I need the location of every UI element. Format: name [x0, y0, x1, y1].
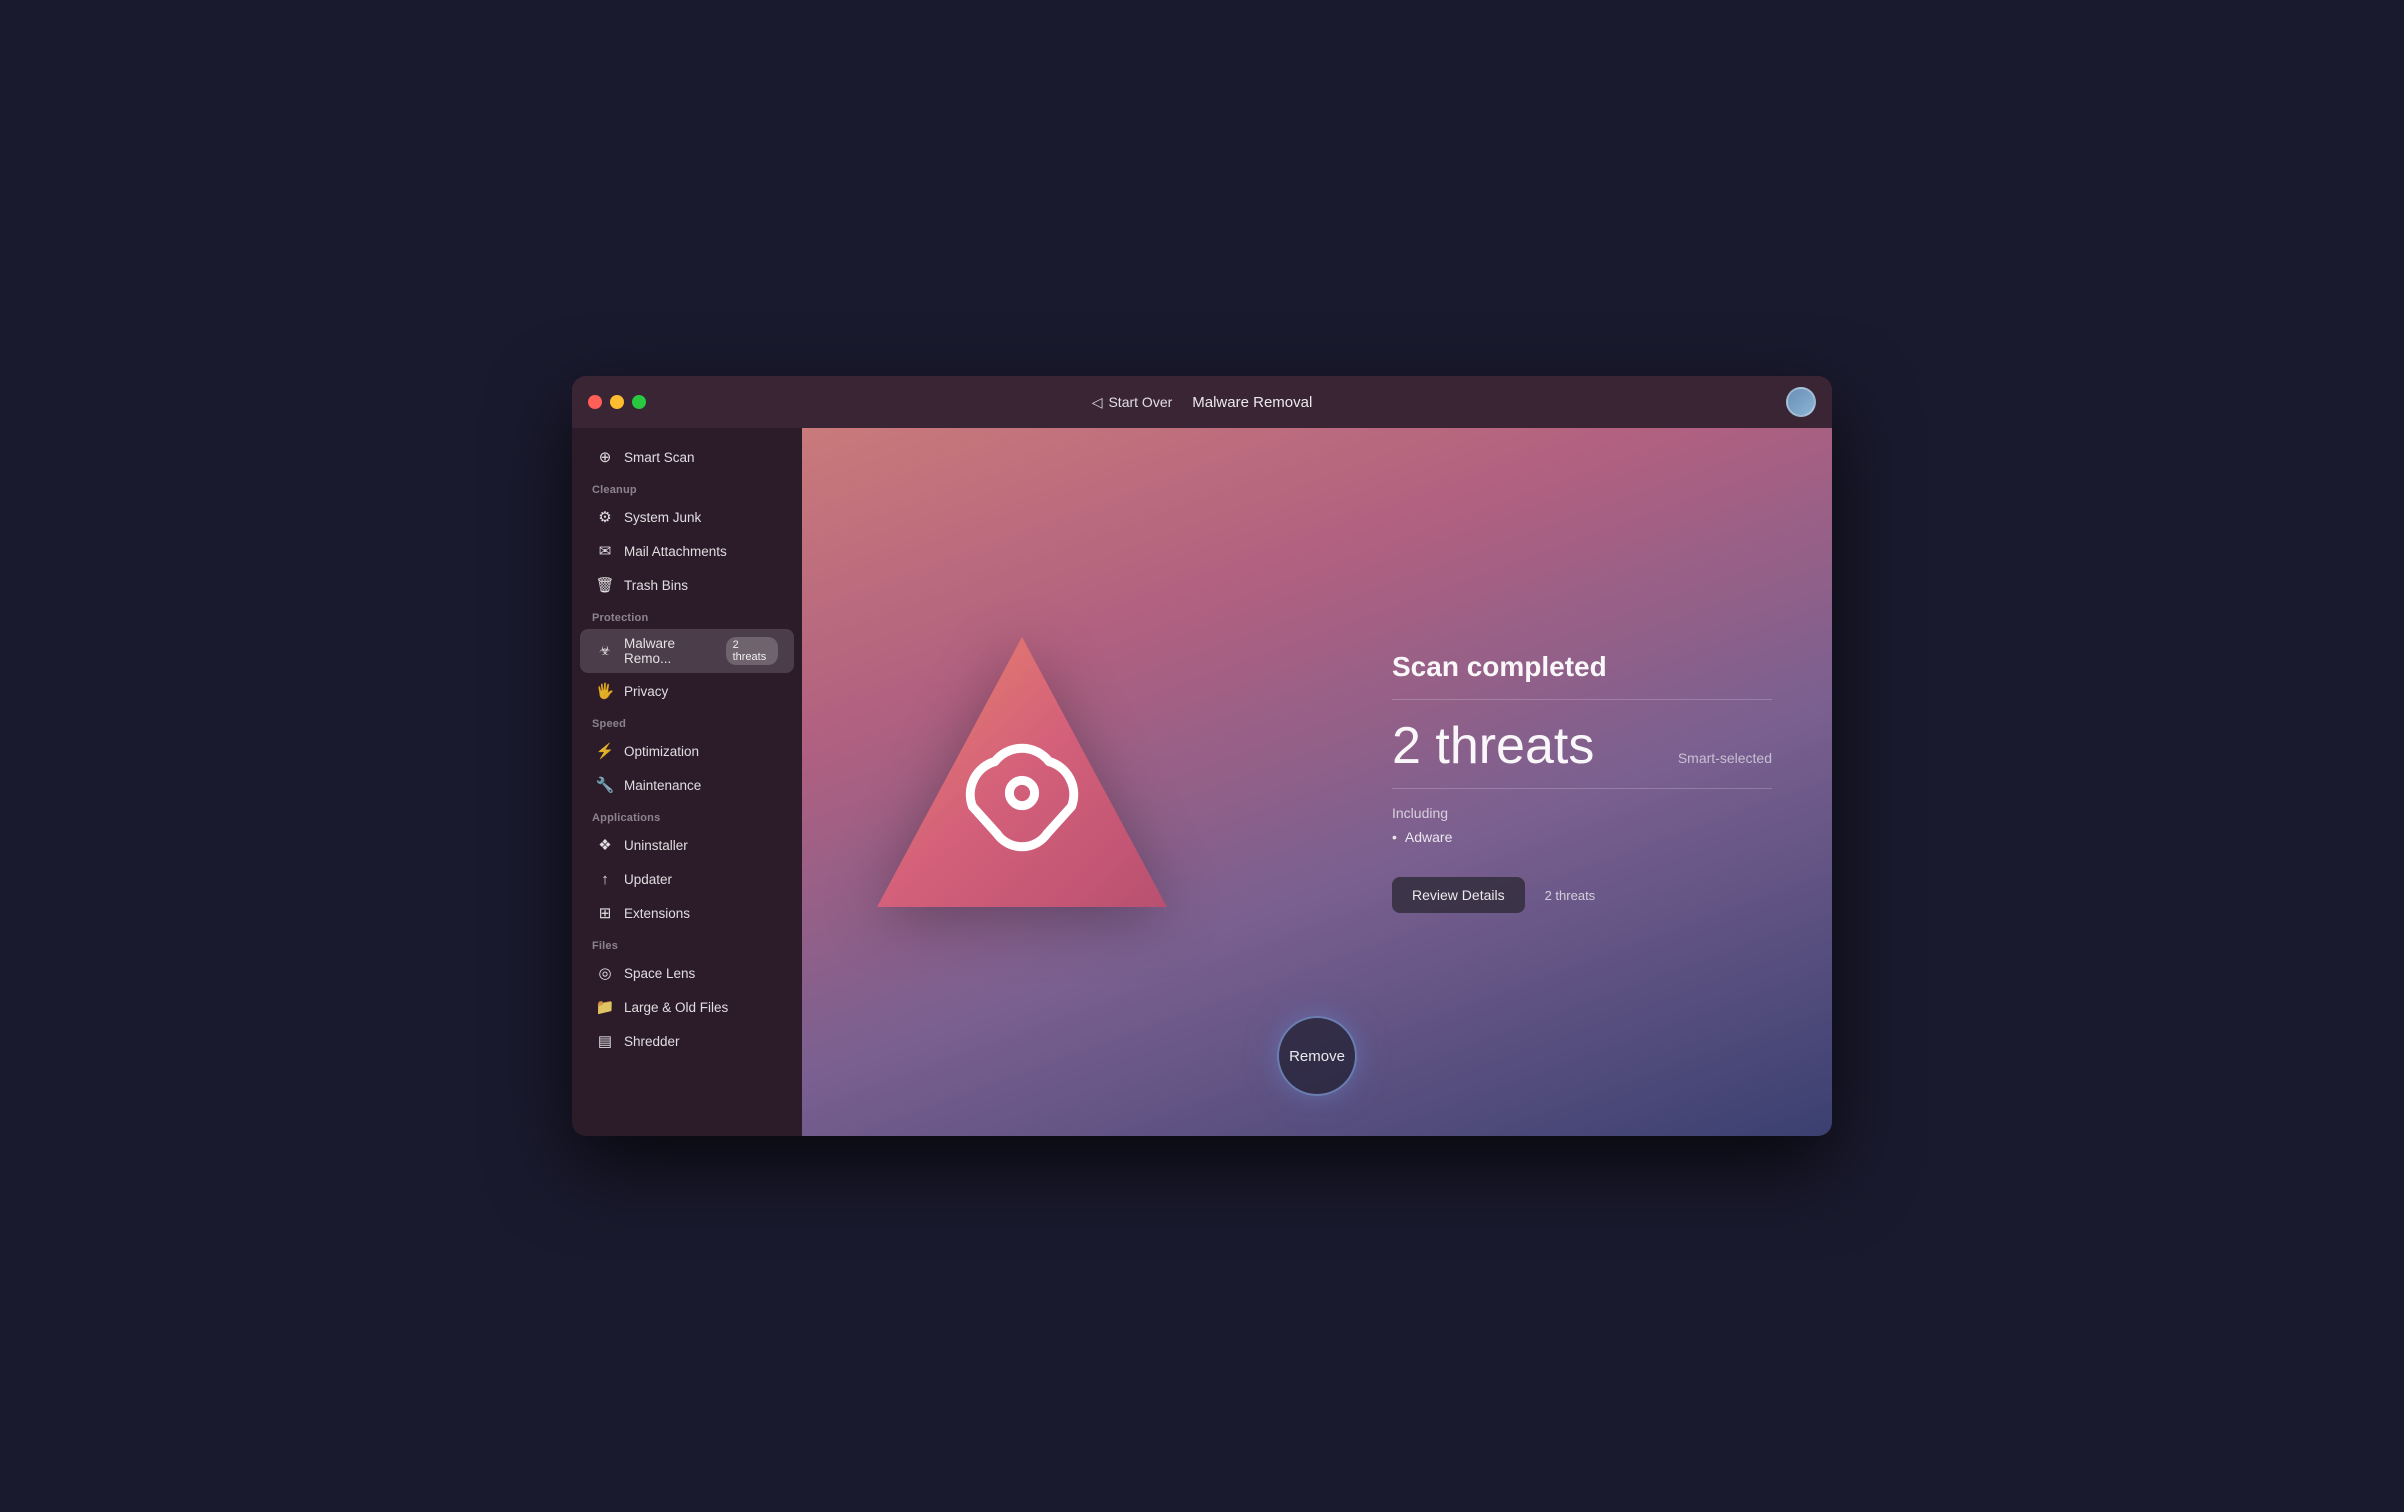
smart-selected-label: Smart-selected — [1678, 750, 1772, 766]
adware-label: Adware — [1405, 829, 1452, 845]
large-old-files-label: Large & Old Files — [624, 1000, 728, 1015]
extensions-label: Extensions — [624, 906, 690, 921]
space-lens-label: Space Lens — [624, 966, 695, 981]
remove-button[interactable]: Remove — [1277, 1016, 1357, 1096]
malware-removal-label: Malware Remo... — [624, 636, 716, 666]
section-cleanup: Cleanup — [572, 474, 802, 500]
extensions-icon: ⊞ — [596, 904, 614, 922]
title-bar-center: ◁ Start Over Malware Removal — [1092, 394, 1313, 411]
sidebar-item-uninstaller[interactable]: ❖ Uninstaller — [580, 829, 794, 861]
privacy-label: Privacy — [624, 684, 668, 699]
threats-count: 2 threats — [1392, 720, 1594, 772]
threats-row: 2 threats Smart-selected — [1392, 720, 1772, 772]
minimize-button[interactable] — [610, 395, 624, 409]
main-content: Scan completed 2 threats Smart-selected … — [802, 428, 1832, 1136]
privacy-icon: 🖐 — [596, 682, 614, 700]
bullet-icon: • — [1392, 829, 1397, 845]
system-junk-label: System Junk — [624, 510, 701, 525]
biohazard-icon — [872, 627, 1172, 937]
system-junk-icon: ⚙ — [596, 508, 614, 526]
sidebar: ⊕ Smart Scan Cleanup ⚙ System Junk ✉ Mai… — [572, 428, 802, 1136]
scan-completed-title: Scan completed — [1392, 651, 1772, 683]
action-row: Review Details 2 threats — [1392, 877, 1772, 913]
sidebar-item-maintenance[interactable]: 🔧 Maintenance — [580, 769, 794, 801]
sidebar-item-privacy[interactable]: 🖐 Privacy — [580, 675, 794, 707]
divider-1 — [1392, 699, 1772, 700]
optimization-label: Optimization — [624, 744, 699, 759]
including-label: Including — [1392, 805, 1772, 821]
maximize-button[interactable] — [632, 395, 646, 409]
smart-scan-icon: ⊕ — [596, 448, 614, 466]
trash-bins-label: Trash Bins — [624, 578, 688, 593]
sidebar-item-trash-bins[interactable]: 🗑 Trash Bins — [580, 569, 794, 601]
mail-attachments-label: Mail Attachments — [624, 544, 727, 559]
sidebar-item-mail-attachments[interactable]: ✉ Mail Attachments — [580, 535, 794, 567]
sidebar-item-extensions[interactable]: ⊞ Extensions — [580, 897, 794, 929]
sidebar-item-large-old-files[interactable]: 📁 Large & Old Files — [580, 991, 794, 1023]
section-files: Files — [572, 930, 802, 956]
updater-icon: ↑ — [596, 870, 614, 888]
maintenance-icon: 🔧 — [596, 776, 614, 794]
large-files-icon: 📁 — [596, 998, 614, 1016]
uninstaller-label: Uninstaller — [624, 838, 688, 853]
sidebar-item-malware-removal[interactable]: ☣ Malware Remo... 2 threats — [580, 629, 794, 673]
window-title: Malware Removal — [1192, 394, 1312, 411]
trash-icon: 🗑 — [596, 576, 614, 594]
content-area: Scan completed 2 threats Smart-selected … — [802, 612, 1832, 952]
sidebar-item-shredder[interactable]: ▤ Shredder — [580, 1025, 794, 1057]
title-bar-right — [1786, 387, 1816, 417]
avatar[interactable] — [1786, 387, 1816, 417]
malware-icon: ☣ — [596, 642, 614, 660]
traffic-lights — [588, 395, 646, 409]
title-bar: ◁ Start Over Malware Removal — [572, 376, 1832, 428]
shredder-icon: ▤ — [596, 1032, 614, 1050]
start-over-button[interactable]: ◁ Start Over — [1092, 394, 1173, 411]
app-body: ⊕ Smart Scan Cleanup ⚙ System Junk ✉ Mai… — [572, 428, 1832, 1136]
optimization-icon: ⚡ — [596, 742, 614, 760]
sidebar-item-optimization[interactable]: ⚡ Optimization — [580, 735, 794, 767]
sidebar-item-updater[interactable]: ↑ Updater — [580, 863, 794, 895]
sidebar-item-smart-scan[interactable]: ⊕ Smart Scan — [580, 441, 794, 473]
malware-badge: 2 threats — [726, 637, 778, 665]
start-over-label: Start Over — [1108, 394, 1172, 410]
sidebar-item-space-lens[interactable]: ◎ Space Lens — [580, 957, 794, 989]
section-applications: Applications — [572, 802, 802, 828]
remove-button-container: Remove — [1277, 1016, 1357, 1096]
updater-label: Updater — [624, 872, 672, 887]
mail-icon: ✉ — [596, 542, 614, 560]
close-button[interactable] — [588, 395, 602, 409]
scan-results: Scan completed 2 threats Smart-selected … — [1392, 631, 1772, 933]
review-details-button[interactable]: Review Details — [1392, 877, 1525, 913]
space-lens-icon: ◎ — [596, 964, 614, 982]
section-speed: Speed — [572, 708, 802, 734]
divider-2 — [1392, 788, 1772, 789]
adware-item: • Adware — [1392, 829, 1772, 845]
smart-scan-label: Smart Scan — [624, 450, 695, 465]
sidebar-item-system-junk[interactable]: ⚙ System Junk — [580, 501, 794, 533]
section-protection: Protection — [572, 602, 802, 628]
maintenance-label: Maintenance — [624, 778, 701, 793]
uninstaller-icon: ❖ — [596, 836, 614, 854]
app-window: ◁ Start Over Malware Removal ⊕ Smart Sca… — [572, 376, 1832, 1136]
chevron-left-icon: ◁ — [1092, 394, 1103, 411]
shredder-label: Shredder — [624, 1034, 680, 1049]
threats-small-label: 2 threats — [1545, 888, 1596, 903]
biohazard-container — [862, 612, 1182, 952]
